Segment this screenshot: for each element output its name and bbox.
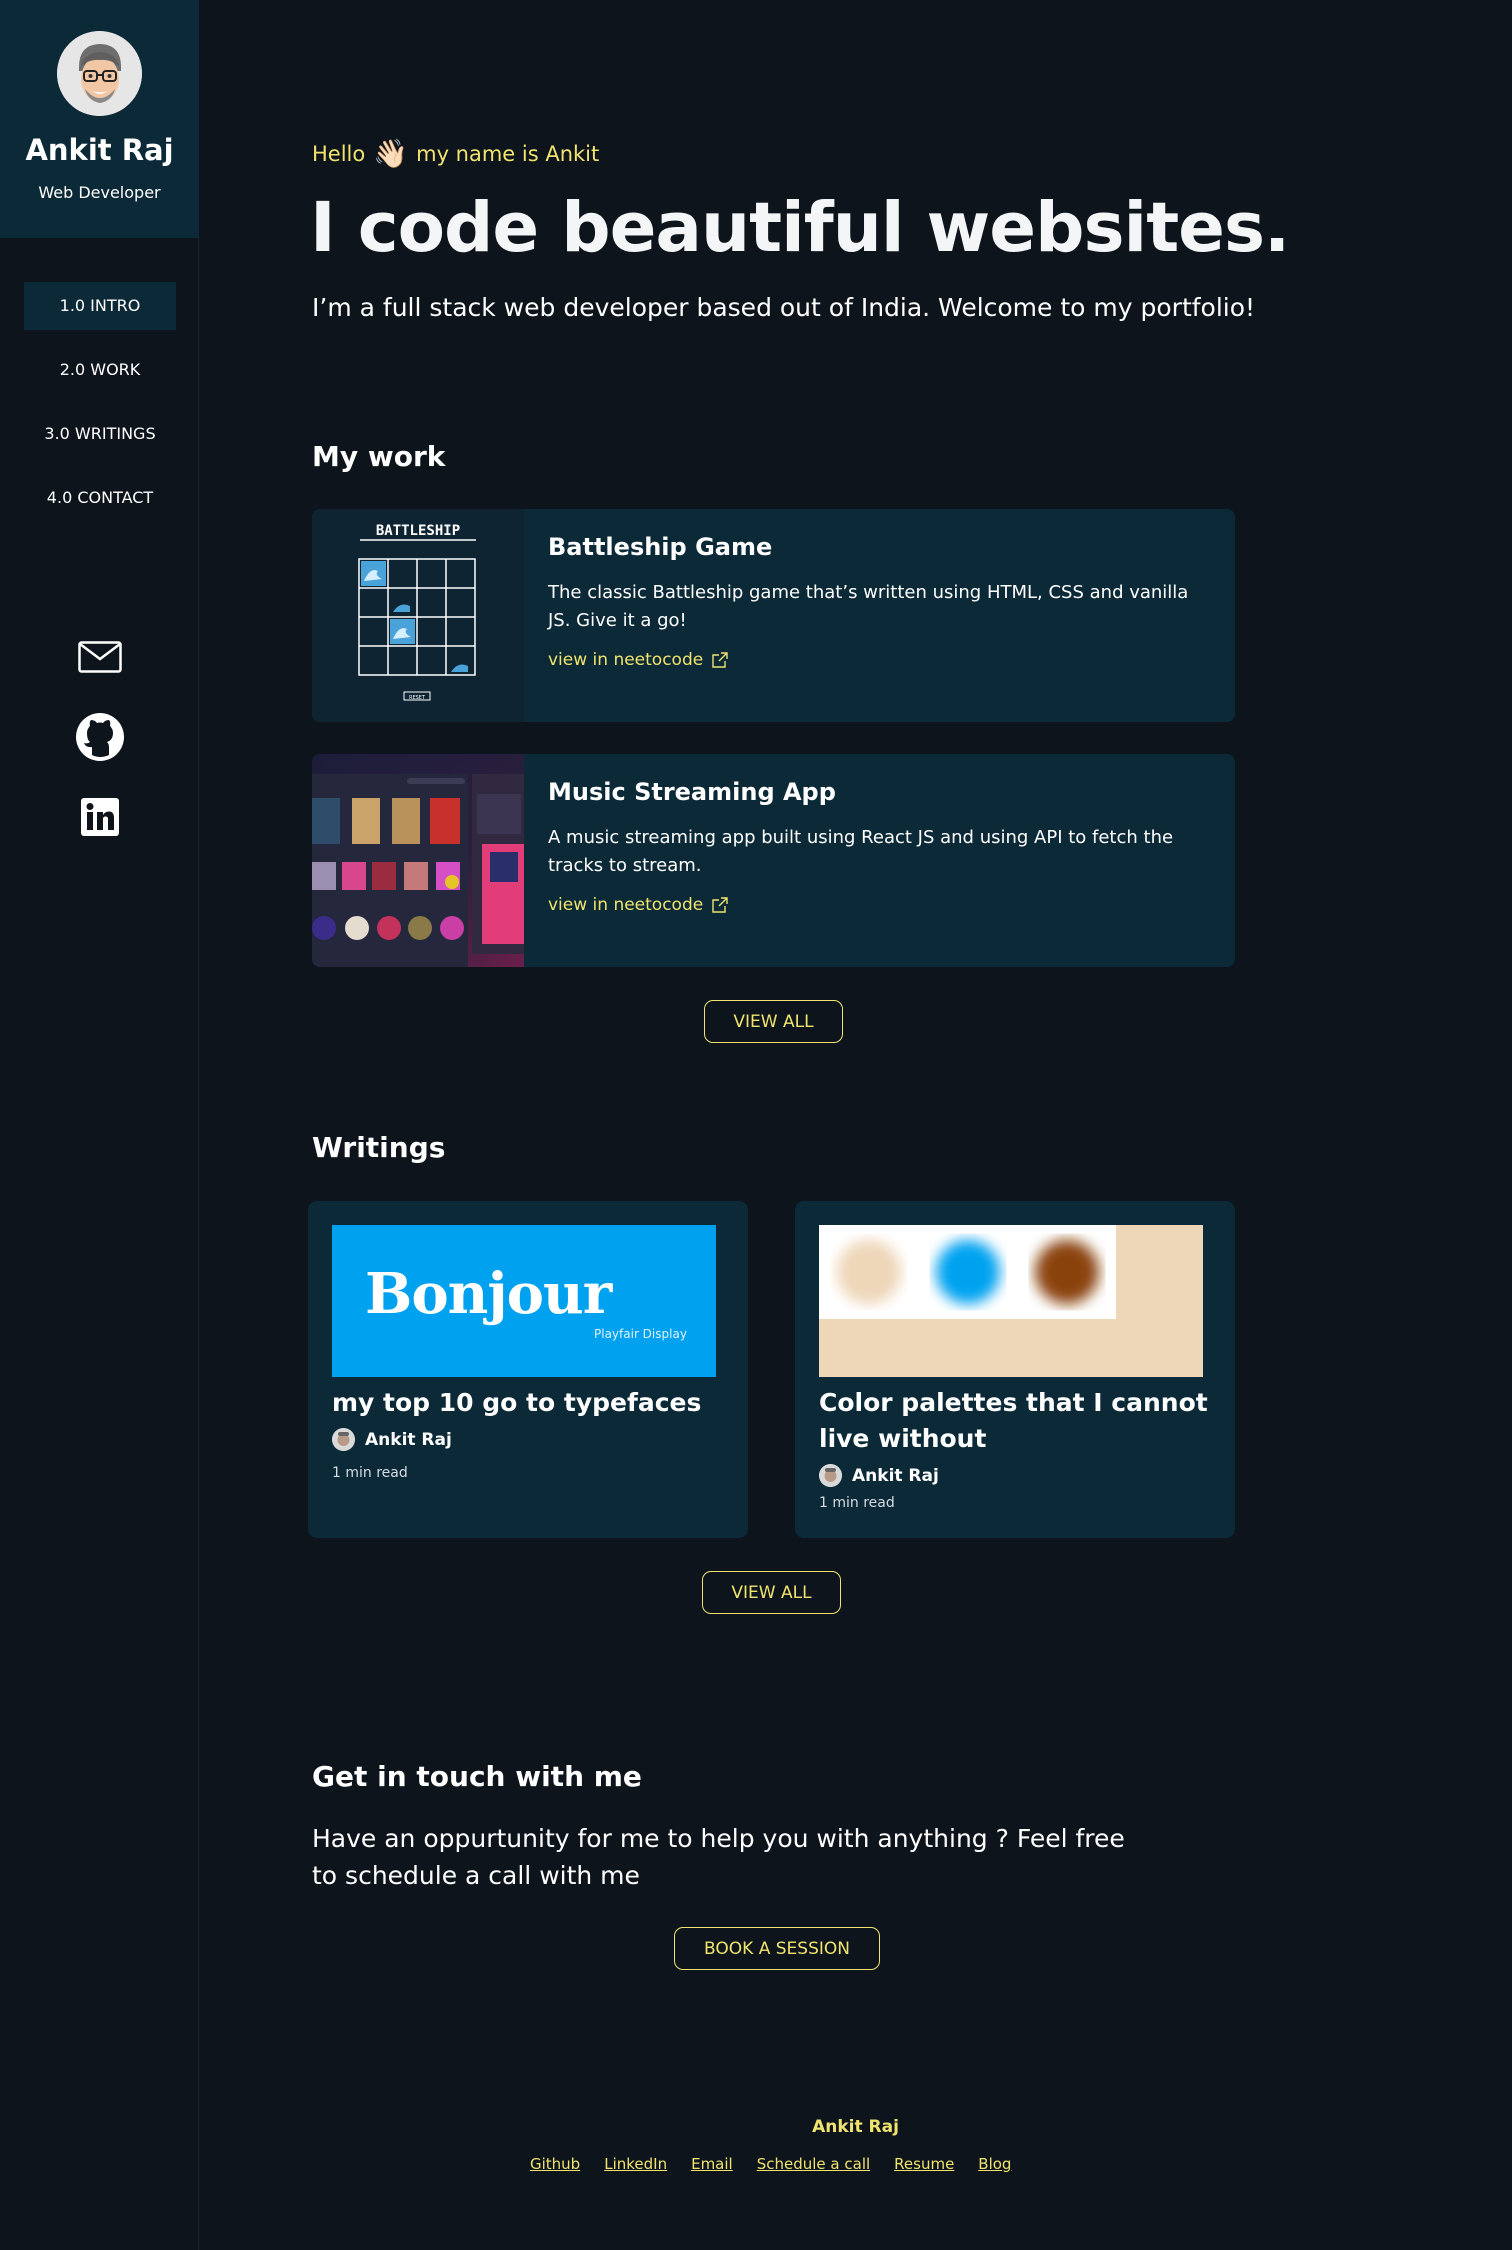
footer-link-resume[interactable]: Resume — [894, 2155, 954, 2173]
profile-role: Web Developer — [38, 183, 161, 202]
typefaces-thumbnail: Bonjour Playfair Display — [332, 1225, 716, 1377]
hello-greeting: Hello 👋🏻 my name is Ankit — [312, 140, 599, 168]
waving-hand-icon: 👋🏻 — [373, 137, 409, 170]
profile-card: Ankit Raj Web Developer — [0, 0, 199, 238]
project-title: Battleship Game — [548, 533, 773, 561]
external-link-icon — [712, 897, 728, 913]
project-link-label[interactable]: view in neetocode — [548, 650, 703, 670]
writings-section-title: Writings — [312, 1131, 446, 1164]
project-description: A music streaming app built using React … — [548, 827, 1174, 876]
footer-name: Ankit Raj — [812, 2117, 899, 2137]
sidebar: Ankit Raj Web Developer 1.0 INTRO 2.0 WO… — [0, 0, 199, 2250]
music-app-thumbnail — [312, 754, 524, 967]
work-view-all-button[interactable]: VIEW ALL — [704, 1000, 843, 1043]
nav-item-writings[interactable]: 3.0 WRITINGS — [24, 410, 176, 458]
author-avatar — [332, 1428, 355, 1451]
battleship-thumb-reset: RESET — [409, 695, 426, 701]
hello-prefix: Hello — [312, 142, 366, 166]
writing-card-typefaces[interactable]: Bonjour Playfair Display my top 10 go to… — [308, 1201, 748, 1538]
work-section-title: My work — [312, 440, 446, 473]
hero-intro: I’m a full stack web developer based out… — [312, 293, 1256, 322]
read-time: 1 min read — [332, 1465, 408, 1481]
project-link-label[interactable]: view in neetocode — [548, 895, 703, 915]
author-name: Ankit Raj — [365, 1429, 452, 1450]
avatar — [57, 31, 142, 116]
battleship-thumb-heading: BATTLESHIP — [376, 523, 460, 539]
hello-suffix: my name is Ankit — [416, 142, 600, 166]
footer-link-linkedin[interactable]: LinkedIn — [604, 2155, 667, 2173]
project-card-music[interactable]: Music Streaming App A music streaming ap… — [312, 754, 1235, 967]
footer-link-email[interactable]: Email — [691, 2155, 733, 2173]
footer-link-blog[interactable]: Blog — [978, 2155, 1011, 2173]
footer-links: Github LinkedIn Email Schedule a call Re… — [530, 2155, 1011, 2173]
palettes-thumbnail — [819, 1225, 1203, 1377]
project-title: Music Streaming App — [548, 778, 836, 806]
writings-view-all-button[interactable]: VIEW ALL — [702, 1571, 841, 1614]
thumb-bonjour-text: Bonjour — [365, 1261, 612, 1327]
battleship-thumbnail: BATTLESHIP RESET — [312, 509, 524, 722]
linkedin-icon[interactable] — [75, 792, 125, 842]
footer-link-github[interactable]: Github — [530, 2155, 580, 2173]
project-link[interactable]: view in neetocode — [548, 895, 729, 915]
contact-section-title: Get in touch with me — [312, 1760, 642, 1793]
nav-item-contact[interactable]: 4.0 CONTACT — [24, 474, 176, 522]
writing-author: Ankit Raj — [332, 1428, 452, 1451]
writing-author: Ankit Raj — [819, 1464, 939, 1487]
github-icon[interactable] — [75, 712, 125, 762]
nav-item-work[interactable]: 2.0 WORK — [24, 346, 176, 394]
project-link[interactable]: view in neetocode — [548, 650, 729, 670]
writing-title[interactable]: my top 10 go to typefaces — [332, 1385, 732, 1421]
mail-icon[interactable] — [75, 632, 125, 682]
contact-text: Have an oppurtunity for me to help you w… — [312, 1824, 1125, 1890]
project-description: The classic Battleship game that’s writt… — [548, 582, 1189, 631]
author-avatar — [819, 1464, 842, 1487]
nav-item-intro[interactable]: 1.0 INTRO — [24, 282, 176, 330]
footer-link-schedule-call[interactable]: Schedule a call — [757, 2155, 870, 2173]
author-name: Ankit Raj — [852, 1465, 939, 1486]
hero-headline: I code beautiful websites. — [310, 188, 1290, 268]
book-session-button[interactable]: BOOK A SESSION — [674, 1927, 880, 1970]
read-time: 1 min read — [819, 1495, 895, 1511]
profile-name: Ankit Raj — [25, 133, 174, 167]
external-link-icon — [712, 652, 728, 668]
writing-title[interactable]: Color palettes that I cannot live withou… — [819, 1385, 1219, 1457]
project-card-battleship[interactable]: BATTLESHIP RESET Battleship Game The cla… — [312, 509, 1235, 722]
thumb-font-caption: Playfair Display — [594, 1327, 687, 1341]
writing-card-palettes[interactable]: Color palettes that I cannot live withou… — [795, 1201, 1235, 1538]
